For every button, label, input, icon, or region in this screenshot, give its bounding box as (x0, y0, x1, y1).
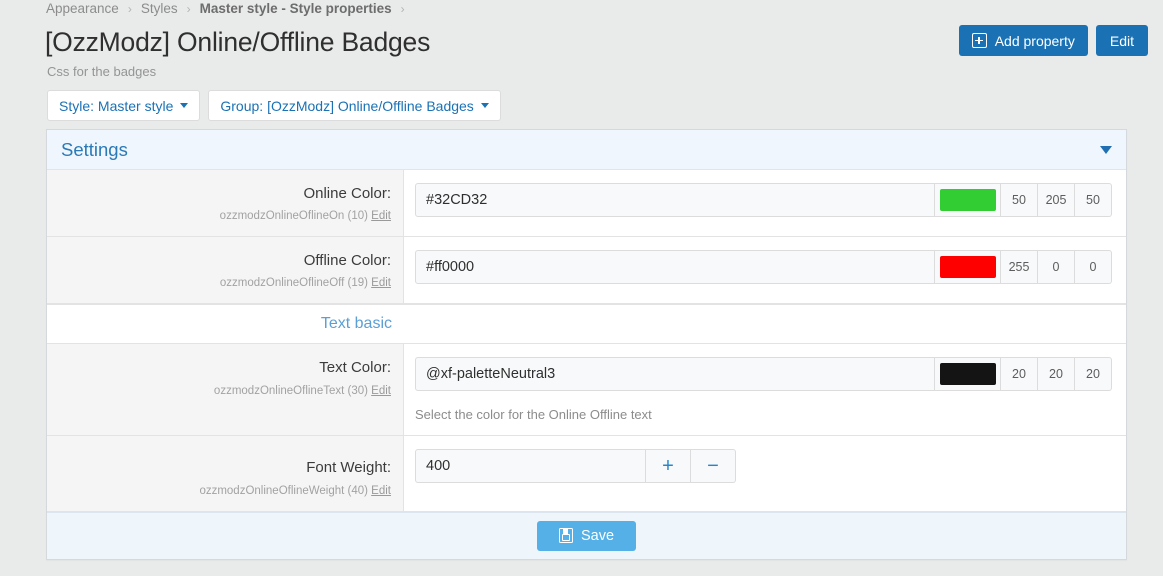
font-weight-edit-link[interactable]: Edit (371, 485, 391, 497)
offline-color-swatch (940, 256, 996, 278)
online-color-input[interactable] (415, 183, 935, 217)
settings-panel-header[interactable]: Settings (47, 130, 1126, 170)
settings-panel-footer: Save (47, 512, 1126, 559)
text-color-edit-link[interactable]: Edit (371, 385, 391, 397)
text-color-swatch (940, 363, 996, 385)
add-property-button[interactable]: Add property (959, 25, 1088, 56)
section-title: Text basic (47, 315, 404, 333)
offline-color-property-id: ozzmodzOnlineOflineOff (19) (220, 277, 368, 289)
save-button-label: Save (581, 528, 614, 544)
style-properties-page: Appearance › Styles › Master style - Sty… (0, 0, 1163, 576)
text-color-input[interactable] (415, 357, 935, 391)
online-color-blue-value: 50 (1075, 183, 1112, 217)
breadcrumb-item-appearance[interactable]: Appearance (46, 1, 119, 16)
table-row: Text Color: ozzmodzOnlineOflineText (30)… (47, 344, 1126, 436)
filter-bar: Style: Master style Group: [OzzModz] Onl… (47, 90, 501, 121)
offline-color-edit-link[interactable]: Edit (371, 277, 391, 289)
font-weight-input[interactable] (415, 449, 646, 483)
font-weight-property-id: ozzmodzOnlineOflineWeight (40) (199, 485, 368, 497)
page-title: [OzzModz] Online/Offline Badges (45, 27, 430, 59)
font-weight-body: + − (404, 436, 1126, 510)
offline-color-property-name: ozzmodzOnlineOflineOff (19) Edit (59, 276, 391, 291)
online-color-control: 50 205 50 (415, 183, 1112, 217)
text-color-control: 20 20 20 (415, 357, 1112, 391)
group-filter-dropdown[interactable]: Group: [OzzModz] Online/Offline Badges (208, 90, 500, 121)
style-filter-label: Style: Master style (59, 98, 173, 114)
section-header-text-basic: Text basic (47, 304, 1126, 344)
save-floppy-icon (559, 528, 573, 543)
style-filter-dropdown[interactable]: Style: Master style (47, 90, 200, 121)
online-color-green-value: 205 (1038, 183, 1075, 217)
online-color-property-id: ozzmodzOnlineOflineOn (10) (220, 210, 368, 222)
edit-button[interactable]: Edit (1096, 25, 1148, 56)
online-color-swatch (940, 189, 996, 211)
font-weight-increment-button[interactable]: + (646, 449, 691, 483)
table-row: Offline Color: ozzmodzOnlineOflineOff (1… (47, 237, 1126, 304)
settings-panel: Settings Online Color: ozzmodzOnlineOfli… (46, 129, 1127, 560)
online-color-property-name: ozzmodzOnlineOflineOn (10) Edit (59, 209, 391, 224)
online-color-body: 50 205 50 (404, 170, 1126, 236)
text-color-swatch-cell[interactable] (935, 357, 1001, 391)
add-property-label: Add property (995, 33, 1075, 49)
collapse-chevron-down-icon[interactable] (1100, 146, 1112, 154)
offline-color-blue-value: 0 (1075, 250, 1112, 284)
chevron-down-icon (481, 103, 489, 108)
offline-color-control: 255 0 0 (415, 250, 1112, 284)
chevron-down-icon (180, 103, 188, 108)
save-button[interactable]: Save (537, 521, 636, 551)
font-weight-label: Font Weight: (59, 458, 391, 478)
breadcrumb-separator-icon: › (392, 3, 414, 15)
plus-square-icon (972, 33, 987, 48)
font-weight-decrement-button[interactable]: − (691, 449, 736, 483)
page-subtitle: Css for the badges (47, 64, 156, 79)
breadcrumb-separator-icon: › (178, 3, 200, 15)
font-weight-label-cell: Font Weight: ozzmodzOnlineOflineWeight (… (47, 436, 404, 510)
text-color-hint: Select the color for the Online Offline … (415, 407, 1112, 422)
offline-color-label-cell: Offline Color: ozzmodzOnlineOflineOff (1… (47, 237, 404, 303)
offline-color-label: Offline Color: (59, 251, 391, 271)
text-color-property-name: ozzmodzOnlineOflineText (30) Edit (59, 384, 391, 399)
offline-color-input[interactable] (415, 250, 935, 284)
text-color-body: 20 20 20 Select the color for the Online… (404, 344, 1126, 435)
text-color-green-value: 20 (1038, 357, 1075, 391)
breadcrumb-item-styles[interactable]: Styles (141, 1, 178, 16)
font-weight-stepper: + − (415, 449, 736, 483)
table-row: Online Color: ozzmodzOnlineOflineOn (10)… (47, 170, 1126, 237)
online-color-edit-link[interactable]: Edit (371, 210, 391, 222)
text-color-blue-value: 20 (1075, 357, 1112, 391)
offline-color-red-value: 255 (1001, 250, 1038, 284)
offline-color-body: 255 0 0 (404, 237, 1126, 303)
breadcrumb: Appearance › Styles › Master style - Sty… (46, 1, 414, 16)
group-filter-label: Group: [OzzModz] Online/Offline Badges (220, 98, 473, 114)
online-color-swatch-cell[interactable] (935, 183, 1001, 217)
text-color-label-cell: Text Color: ozzmodzOnlineOflineText (30)… (47, 344, 404, 435)
settings-panel-title: Settings (61, 139, 128, 161)
table-row: Font Weight: ozzmodzOnlineOflineWeight (… (47, 436, 1126, 511)
online-color-label: Online Color: (59, 184, 391, 204)
font-weight-property-name: ozzmodzOnlineOflineWeight (40) Edit (59, 484, 391, 499)
text-color-label: Text Color: (59, 358, 391, 378)
online-color-label-cell: Online Color: ozzmodzOnlineOflineOn (10)… (47, 170, 404, 236)
breadcrumb-separator-icon: › (119, 3, 141, 15)
text-color-property-id: ozzmodzOnlineOflineText (30) (214, 385, 368, 397)
offline-color-swatch-cell[interactable] (935, 250, 1001, 284)
breadcrumb-item-current: Master style - Style properties (200, 1, 392, 16)
text-color-red-value: 20 (1001, 357, 1038, 391)
page-actions: Add property Edit (959, 25, 1148, 56)
online-color-red-value: 50 (1001, 183, 1038, 217)
offline-color-green-value: 0 (1038, 250, 1075, 284)
